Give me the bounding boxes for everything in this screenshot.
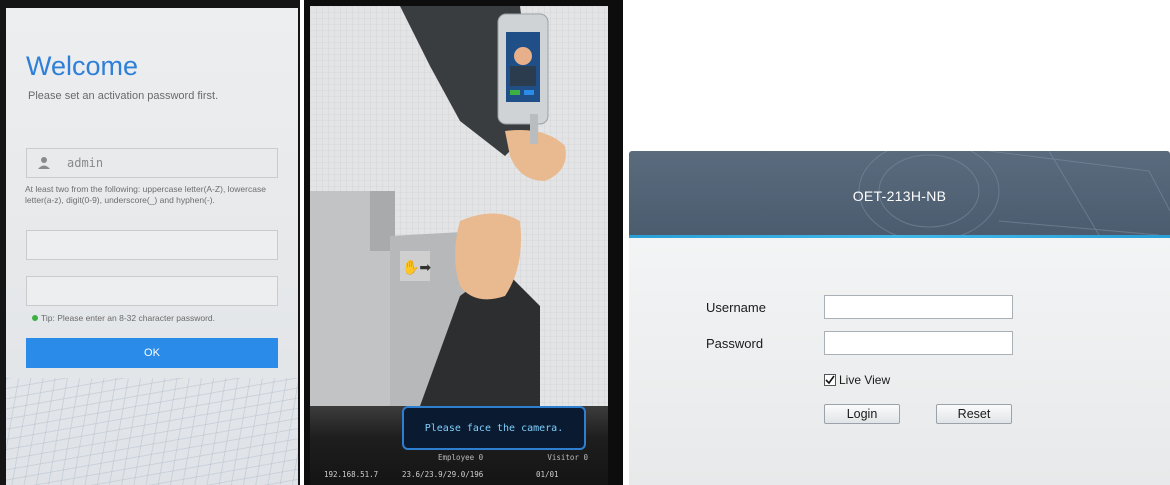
password-label: Password <box>706 336 764 351</box>
login-button[interactable]: Login <box>824 404 900 424</box>
terminal-photo: ✋➡ Please face the camera. Employee 0 Vi… <box>304 0 623 485</box>
date-readout: 01/01 <box>536 470 559 479</box>
username-value: admin <box>67 156 104 170</box>
ip-address: 192.168.51.7 <box>324 470 379 479</box>
username-label: Username <box>706 300 766 315</box>
visitor-counter: Visitor 0 <box>547 453 588 462</box>
activation-screen: Welcome Please set an activation passwor… <box>6 8 298 485</box>
reset-button[interactable]: Reset <box>936 404 1012 424</box>
live-view-option[interactable]: Live View <box>824 373 890 387</box>
employee-label: Employee <box>438 453 475 462</box>
temperature-readout: 23.6/23.9/29.0/196 <box>402 470 484 479</box>
live-view-checkbox[interactable] <box>824 374 836 386</box>
login-form <box>629 238 1170 485</box>
username-field[interactable]: admin <box>26 148 278 178</box>
prompt-message-box: Please face the camera. <box>402 406 586 450</box>
face-scan-illustration: ✋➡ <box>310 6 608 406</box>
web-login-panel: OET-213H-NB Username Password Live View … <box>629 151 1170 485</box>
welcome-title: Welcome <box>26 51 139 81</box>
counters: Employee 0 Visitor 0 <box>438 453 588 462</box>
password-rule-text: At least two from the following: upperca… <box>25 184 266 205</box>
svg-text:✋➡: ✋➡ <box>402 259 431 276</box>
checkmark-icon <box>825 375 835 385</box>
tip-text: Tip: Please enter an 8-32 character pass… <box>41 313 216 323</box>
ok-button[interactable]: OK <box>26 338 278 368</box>
visitor-label: Visitor <box>547 453 579 462</box>
user-icon <box>38 157 50 169</box>
login-header: OET-213H-NB <box>629 151 1170 235</box>
employee-count: 0 <box>478 453 484 462</box>
activation-subtitle: Please set an activation password first. <box>28 90 219 102</box>
password-input[interactable] <box>824 331 1013 355</box>
terminal-screen: ✋➡ Please face the camera. Employee 0 Vi… <box>310 6 608 485</box>
prompt-message: Please face the camera. <box>424 422 564 434</box>
device-name: OET-213H-NB <box>852 188 947 204</box>
confirm-password-field[interactable] <box>26 276 278 306</box>
tip-dot-icon <box>32 315 38 321</box>
live-view-label: Live View <box>839 373 891 387</box>
password-tip: Tip: Please enter an 8-32 character pass… <box>32 313 215 323</box>
visitor-count: 0 <box>583 453 588 462</box>
password-field[interactable] <box>26 230 278 260</box>
employee-counter: Employee 0 <box>438 453 483 462</box>
activation-photo: Welcome Please set an activation passwor… <box>0 0 300 485</box>
screen-moire-pattern <box>6 378 298 485</box>
username-input[interactable] <box>824 295 1013 319</box>
